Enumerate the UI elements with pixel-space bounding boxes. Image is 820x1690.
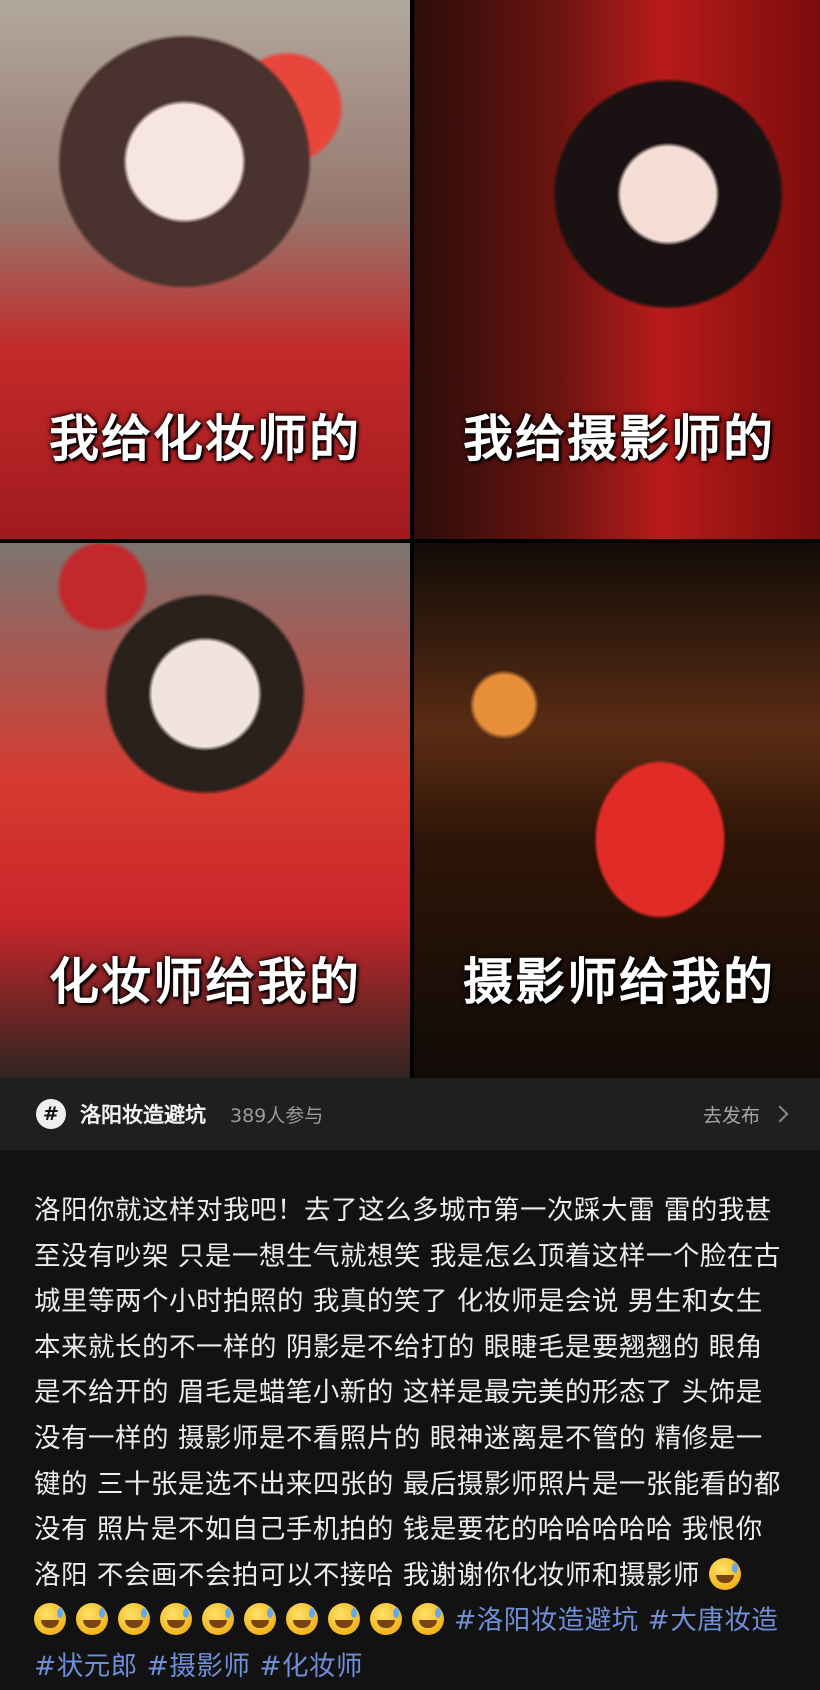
hashtag-link[interactable]: #大唐妆造 [648,1605,779,1636]
sweat-smile-emoji-icon [244,1603,276,1636]
sweat-smile-emoji-icon [76,1603,108,1636]
publish-button[interactable]: 去发布 [702,1101,789,1128]
topic-name: 洛阳妆造避坑 [80,1103,206,1127]
hashtag-link[interactable]: #洛阳妆造避坑 [454,1605,639,1636]
photo-makeup-given[interactable]: 我给化妆师的 [0,0,410,539]
sweat-smile-emoji-icon [118,1603,150,1636]
hashtag-icon: # [36,1099,66,1129]
post-body: 洛阳你就这样对我吧！去了这么多城市第一次踩大雷 雷的我甚至没有吵架 只是一想生气… [34,1188,786,1690]
hashtag-link[interactable]: #摄影师 [147,1651,251,1682]
photo-photographer-given[interactable]: 我给摄影师的 [414,0,820,539]
photo-caption: 化妆师给我的 [49,953,361,1011]
sweat-smile-emoji-icon [286,1603,318,1636]
photo-photographer-received[interactable]: 摄影师给我的 [414,543,820,1082]
photo-caption: 我给摄影师的 [463,410,775,468]
topic-bar[interactable]: # 洛阳妆造避坑 389人参与 去发布 [0,1078,820,1150]
sweat-smile-emoji-icon [160,1603,192,1636]
sweat-smile-emoji-icon [328,1603,360,1636]
photo-grid: 我给化妆师的 我给摄影师的 化妆师给我的 摄影师给我的 [0,0,820,1082]
sweat-smile-emoji-icon [34,1603,66,1636]
sweat-smile-emoji-icon [202,1603,234,1636]
topic-participant-count: 389人参与 [230,1104,324,1127]
publish-label: 去发布 [702,1104,760,1127]
sweat-smile-emoji-icon [708,1557,741,1590]
hashtag-link[interactable]: #化妆师 [259,1651,363,1682]
photo-caption: 摄影师给我的 [463,953,775,1011]
sweat-smile-emoji-icon [412,1603,444,1636]
hashtag-link[interactable]: #状元郎 [34,1651,138,1682]
post-text: 洛阳你就这样对我吧！去了这么多城市第一次踩大雷 雷的我甚至没有吵架 只是一想生气… [34,1195,781,1591]
photo-makeup-received[interactable]: 化妆师给我的 [0,543,410,1082]
chevron-right-icon [771,1105,789,1123]
sweat-smile-emoji-icon [370,1603,402,1636]
photo-caption: 我给化妆师的 [49,410,361,468]
